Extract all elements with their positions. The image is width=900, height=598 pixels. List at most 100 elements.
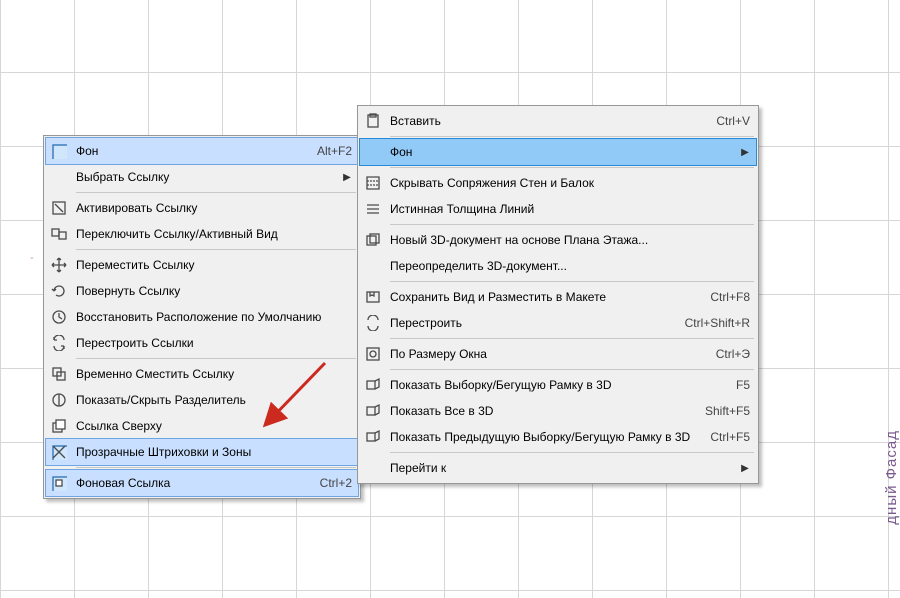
menu-item-label: Выбрать Ссылку — [72, 170, 342, 184]
menu-item-label: Сохранить Вид и Разместить в Макете — [386, 290, 692, 304]
menu-item-label: Фон — [72, 144, 299, 158]
menu-item-label: Повернуть Ссылку — [72, 284, 352, 298]
menu-item-shortcut: F5 — [718, 378, 750, 392]
menu-item-label: Перейти к — [386, 461, 740, 475]
menu-item-label: Переопределить 3D-документ... — [386, 259, 750, 273]
menu-item-label: Показать Выборку/Бегущую Рамку в 3D — [386, 378, 718, 392]
prev3d-icon — [360, 424, 386, 450]
menu-item-label: Фон — [386, 145, 740, 159]
elevation-label: дный Фасад — [883, 430, 900, 525]
rebuild-icon — [46, 330, 72, 356]
rebuild2-icon — [360, 310, 386, 336]
menu-item-shortcut: Ctrl+2 — [302, 476, 352, 490]
activate-icon — [46, 195, 72, 221]
move-icon — [46, 252, 72, 278]
menu-separator — [76, 249, 356, 250]
menu-item[interactable]: Выбрать Ссылку▶ — [46, 164, 358, 190]
menu-item-shortcut: Ctrl+Shift+R — [667, 316, 750, 330]
menu-item[interactable]: Активировать Ссылку — [46, 195, 358, 221]
submenu-arrow-icon: ▶ — [740, 147, 750, 158]
context-menu-references: ФонAlt+F2Выбрать Ссылку▶Активировать Ссы… — [43, 135, 361, 499]
menu-item[interactable]: Переместить Ссылку — [46, 252, 358, 278]
menu-item[interactable]: Фоновая СсылкаCtrl+2 — [46, 470, 358, 496]
paste-icon — [360, 108, 386, 134]
blank-icon — [360, 139, 386, 165]
menu-item-label: Активировать Ссылку — [72, 201, 352, 215]
menu-item-label: Перестроить Ссылки — [72, 336, 352, 350]
menu-item-label: Ссылка Сверху — [72, 419, 352, 433]
menu-separator — [390, 338, 754, 339]
menu-item[interactable]: Истинная Толщина Линий — [360, 196, 756, 222]
menu-item-label: Показать Все в 3D — [386, 404, 687, 418]
menu-item-shortcut: Ctrl+V — [698, 114, 750, 128]
all3d-icon — [360, 398, 386, 424]
menu-item[interactable]: Новый 3D-документ на основе Плана Этажа.… — [360, 227, 756, 253]
menu-item[interactable]: Скрывать Сопряжения Стен и Балок — [360, 170, 756, 196]
menu-separator — [390, 167, 754, 168]
fit-icon — [360, 341, 386, 367]
menu-item[interactable]: Повернуть Ссылку — [46, 278, 358, 304]
menu-item[interactable]: Перейти к▶ — [360, 455, 756, 481]
menu-item[interactable]: Переключить Ссылку/Активный Вид — [46, 221, 358, 247]
blank-icon — [360, 253, 386, 279]
menu-item[interactable]: Восстановить Расположение по Умолчанию — [46, 304, 358, 330]
menu-separator — [390, 281, 754, 282]
menu-item[interactable]: Переопределить 3D-документ... — [360, 253, 756, 279]
menu-separator — [390, 452, 754, 453]
menu-item-label: Истинная Толщина Линий — [386, 202, 750, 216]
menu-item-label: По Размеру Окна — [386, 347, 698, 361]
menu-item-label: Показать Предыдущую Выборку/Бегущую Рамк… — [386, 430, 692, 444]
menu-item[interactable]: Временно Сместить Ссылку — [46, 361, 358, 387]
toggle-icon — [46, 221, 72, 247]
menu-item-shortcut: Shift+F5 — [687, 404, 750, 418]
background-icon — [46, 138, 72, 164]
menu-item[interactable]: ПерестроитьCtrl+Shift+R — [360, 310, 756, 336]
menu-item[interactable]: ВставитьCtrl+V — [360, 108, 756, 134]
context-menu-view: ВставитьCtrl+VФон▶Скрывать Сопряжения Ст… — [357, 105, 759, 484]
menu-item-label: Фоновая Ссылка — [72, 476, 302, 490]
offset-icon — [46, 361, 72, 387]
menu-item-label: Скрывать Сопряжения Стен и Балок — [386, 176, 750, 190]
reset-icon — [46, 304, 72, 330]
transp-icon — [46, 439, 72, 465]
menu-separator — [390, 136, 754, 137]
menu-item[interactable]: Показать Все в 3DShift+F5 — [360, 398, 756, 424]
rotate-icon — [46, 278, 72, 304]
menu-item[interactable]: Перестроить Ссылки — [46, 330, 358, 356]
menu-item-label: Новый 3D-документ на основе Плана Этажа.… — [386, 233, 750, 247]
blank-icon — [46, 164, 72, 190]
menu-item-shortcut: Alt+F2 — [299, 144, 352, 158]
menu-item-label: Показать/Скрыть Разделитель — [72, 393, 352, 407]
menu-separator — [76, 192, 356, 193]
menu-item-label: Переместить Ссылку — [72, 258, 352, 272]
menu-item[interactable]: ФонAlt+F2 — [46, 138, 358, 164]
menu-item[interactable]: Сохранить Вид и Разместить в МакетеCtrl+… — [360, 284, 756, 310]
menu-item[interactable]: Прозрачные Штриховки и Зоны — [46, 439, 358, 465]
menu-item-shortcut: Ctrl+Э — [698, 347, 750, 361]
menu-item-shortcut: Ctrl+F5 — [692, 430, 750, 444]
menu-item-shortcut: Ctrl+F8 — [692, 290, 750, 304]
menu-separator — [76, 358, 356, 359]
divider-icon — [46, 387, 72, 413]
hidejoin-icon — [360, 170, 386, 196]
menu-item[interactable]: Ссылка Сверху — [46, 413, 358, 439]
blank-icon — [360, 455, 386, 481]
submenu-arrow-icon: ▶ — [342, 172, 352, 183]
menu-separator — [390, 224, 754, 225]
menu-item-label: Восстановить Расположение по Умолчанию — [72, 310, 352, 324]
submenu-arrow-icon: ▶ — [740, 463, 750, 474]
menu-item[interactable]: Показать Предыдущую Выборку/Бегущую Рамк… — [360, 424, 756, 450]
new3d-icon — [360, 227, 386, 253]
bglink-icon — [46, 470, 72, 496]
saveview-icon — [360, 284, 386, 310]
menu-item[interactable]: Показать Выборку/Бегущую Рамку в 3DF5 — [360, 372, 756, 398]
menu-separator — [390, 369, 754, 370]
menu-item-label: Переключить Ссылку/Активный Вид — [72, 227, 352, 241]
menu-item-label: Вставить — [386, 114, 698, 128]
menu-item-label: Прозрачные Штриховки и Зоны — [72, 445, 352, 459]
menu-item[interactable]: Фон▶ — [360, 139, 756, 165]
menu-item[interactable]: По Размеру ОкнаCtrl+Э — [360, 341, 756, 367]
menu-item-label: Временно Сместить Ссылку — [72, 367, 352, 381]
truewidth-icon — [360, 196, 386, 222]
menu-item[interactable]: Показать/Скрыть Разделитель — [46, 387, 358, 413]
